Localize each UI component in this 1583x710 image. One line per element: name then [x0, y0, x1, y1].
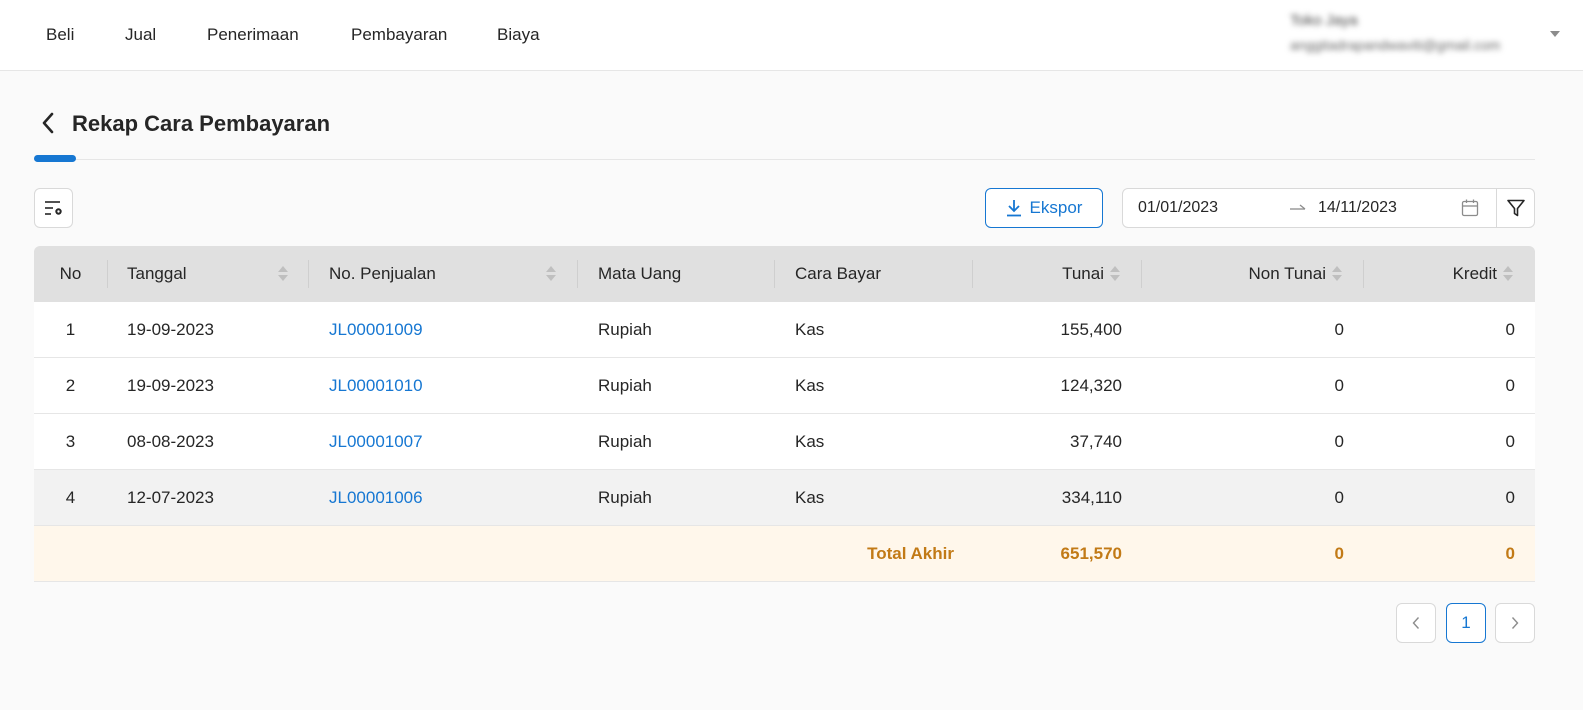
- calendar-icon[interactable]: [1461, 198, 1479, 218]
- table-row[interactable]: 4 12-07-2023 JL00001006 Rupiah Kas 334,1…: [34, 470, 1535, 526]
- cell-tanggal: 08-08-2023: [127, 432, 214, 451]
- list-settings-icon: [44, 201, 62, 215]
- date-range-picker[interactable]: [1122, 188, 1497, 228]
- start-date-input[interactable]: [1138, 199, 1278, 217]
- column-header-non-tunai[interactable]: Non Tunai: [1144, 246, 1327, 302]
- column-divider: [107, 260, 108, 288]
- download-icon: [1006, 200, 1021, 217]
- cell-tunai: 124,320: [1060, 376, 1122, 395]
- filter-icon: [1506, 199, 1525, 217]
- sort-icon[interactable]: [1332, 266, 1342, 282]
- cell-kredit: 0: [1505, 320, 1515, 339]
- invoice-link[interactable]: JL00001007: [329, 432, 423, 451]
- cell-kredit: 0: [1505, 488, 1515, 507]
- table-row[interactable]: 3 08-08-2023 JL00001007 Rupiah Kas 37,74…: [34, 414, 1535, 470]
- column-header-tanggal[interactable]: Tanggal: [127, 246, 187, 302]
- cell-tanggal: 19-09-2023: [127, 320, 214, 339]
- invoice-link[interactable]: JL00001006: [329, 488, 423, 507]
- column-settings-button[interactable]: [34, 188, 73, 228]
- cell-no: 3: [65, 432, 76, 451]
- nav-item-pembayaran[interactable]: Pembayaran: [351, 24, 447, 46]
- cell-cara-bayar: Kas: [795, 320, 825, 339]
- invoice-link[interactable]: JL00001010: [329, 376, 423, 395]
- total-non-tunai: 0: [1334, 544, 1344, 563]
- payment-summary-table: No Tanggal No. Penjualan Mata Uang Cara …: [34, 246, 1535, 582]
- cell-mata-uang: Rupiah: [598, 320, 652, 339]
- column-divider: [774, 260, 775, 288]
- active-tab-indicator: [34, 155, 76, 162]
- cell-tanggal: 12-07-2023: [127, 488, 214, 507]
- top-navbar: Beli Jual Penerimaan Pembayaran Biaya To…: [0, 0, 1583, 71]
- sort-icon[interactable]: [546, 266, 556, 282]
- cell-no: 4: [65, 488, 76, 507]
- cell-non-tunai: 0: [1334, 432, 1344, 451]
- nav-item-biaya[interactable]: Biaya: [497, 24, 540, 46]
- cell-tunai: 37,740: [1070, 432, 1122, 451]
- arrow-right-icon: [1290, 204, 1306, 210]
- filter-button[interactable]: [1496, 188, 1535, 228]
- cell-non-tunai: 0: [1334, 376, 1344, 395]
- cell-non-tunai: 0: [1334, 320, 1344, 339]
- total-row: Total Akhir 651,570 0 0: [34, 526, 1535, 582]
- page-number-button[interactable]: 1: [1446, 603, 1486, 643]
- back-button[interactable]: [37, 110, 59, 136]
- invoice-link[interactable]: JL00001009: [329, 320, 423, 339]
- total-tunai: 651,570: [1060, 544, 1122, 563]
- sort-icon[interactable]: [278, 266, 288, 282]
- cell-kredit: 0: [1505, 432, 1515, 451]
- end-date-input[interactable]: [1318, 199, 1458, 217]
- column-divider: [308, 260, 309, 288]
- caret-down-icon[interactable]: [1550, 31, 1560, 37]
- sort-icon[interactable]: [1503, 266, 1513, 282]
- cell-cara-bayar: Kas: [795, 432, 825, 451]
- sort-icon[interactable]: [1110, 266, 1120, 282]
- total-label: Total Akhir: [867, 544, 954, 563]
- column-header-kredit[interactable]: Kredit: [1366, 246, 1497, 302]
- cell-cara-bayar: Kas: [795, 488, 825, 507]
- cell-mata-uang: Rupiah: [598, 376, 652, 395]
- total-kredit: 0: [1505, 544, 1515, 563]
- nav-item-penerimaan[interactable]: Penerimaan: [207, 24, 299, 46]
- table-row[interactable]: 1 19-09-2023 JL00001009 Rupiah Kas 155,4…: [34, 302, 1535, 358]
- cell-kredit: 0: [1505, 376, 1515, 395]
- user-menu[interactable]: Toko Jaya anggitadrapandwaviti@gmail.com: [1290, 10, 1550, 58]
- chevron-left-icon: [42, 112, 54, 134]
- nav-item-jual[interactable]: Jual: [125, 24, 156, 46]
- table-header: No Tanggal No. Penjualan Mata Uang Cara …: [34, 246, 1535, 302]
- next-page-button[interactable]: [1495, 603, 1535, 643]
- cell-mata-uang: Rupiah: [598, 432, 652, 451]
- column-divider: [577, 260, 578, 288]
- nav-item-beli[interactable]: Beli: [46, 24, 74, 46]
- column-header-tunai[interactable]: Tunai: [974, 246, 1104, 302]
- column-header-mata-uang: Mata Uang: [598, 264, 682, 283]
- cell-no: 2: [65, 376, 76, 395]
- export-label: Ekspor: [1029, 198, 1083, 217]
- cell-tunai: 334,110: [1061, 488, 1122, 507]
- cell-mata-uang: Rupiah: [598, 488, 652, 507]
- chevron-left-icon: [1412, 617, 1420, 629]
- cell-non-tunai: 0: [1334, 488, 1344, 507]
- tab-divider: [34, 159, 1535, 160]
- user-name: Toko Jaya: [1290, 12, 1358, 29]
- cell-tunai: 155,400: [1060, 320, 1122, 339]
- column-header-cara-bayar: Cara Bayar: [795, 264, 881, 283]
- column-divider: [1141, 260, 1142, 288]
- chevron-right-icon: [1511, 617, 1519, 629]
- column-header-no: No: [59, 264, 82, 283]
- column-divider: [972, 260, 973, 288]
- export-button[interactable]: Ekspor: [985, 188, 1103, 228]
- user-email: anggitadrapandwaviti@gmail.com: [1290, 37, 1501, 53]
- column-divider: [1363, 260, 1364, 288]
- page-title: Rekap Cara Pembayaran: [72, 111, 331, 136]
- cell-tanggal: 19-09-2023: [127, 376, 214, 395]
- cell-no: 1: [65, 320, 76, 339]
- table-row[interactable]: 2 19-09-2023 JL00001010 Rupiah Kas 124,3…: [34, 358, 1535, 414]
- prev-page-button[interactable]: [1396, 603, 1436, 643]
- column-header-no-penjualan[interactable]: No. Penjualan: [329, 246, 436, 302]
- cell-cara-bayar: Kas: [795, 376, 825, 395]
